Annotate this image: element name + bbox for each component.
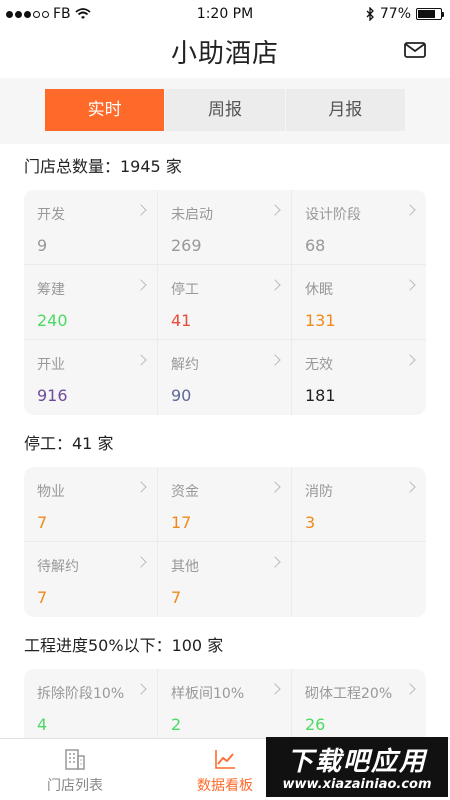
tab-realtime[interactable]: 实时: [45, 89, 165, 131]
empty-cell: [292, 542, 426, 617]
tab-weekly[interactable]: 周报: [164, 89, 285, 131]
stat-cell[interactable]: 未启动 269: [158, 190, 292, 265]
stat-value: 916: [37, 386, 68, 405]
nav-store-list[interactable]: 门店列表: [0, 739, 150, 800]
bluetooth-icon: [366, 7, 374, 21]
stat-cell[interactable]: 设计阶段 68: [292, 190, 426, 265]
stat-value: 7: [37, 513, 48, 532]
stat-cell[interactable]: 物业 7: [24, 467, 158, 542]
stat-value: 68: [305, 236, 326, 255]
building-icon: [65, 749, 85, 770]
page-title: 小助酒店: [170, 39, 279, 69]
tab-bar: 实时 周报 月报: [0, 78, 450, 144]
stat-value: 7: [37, 588, 48, 607]
stat-value: 269: [171, 236, 202, 255]
stat-value: 4: [37, 715, 48, 734]
section-title: 工程进度50%以下：100 家: [24, 636, 224, 655]
stat-grid: 开发 9 未启动 269 设计阶段 68 筹建 240 停工 41 休眠 131 开业 916 解约 90 无效…: [24, 190, 426, 415]
tab-monthly[interactable]: 月报: [284, 89, 405, 131]
stat-cell[interactable]: 资金 17: [158, 467, 292, 542]
stat-value: 17: [171, 513, 192, 532]
stat-grid: 物业 7 资金 17 消防 3 待解约 7 其他 7: [24, 467, 426, 617]
stat-cell[interactable]: 砌体工程20% 26: [292, 669, 426, 738]
nav-label-store-list: 门店列表: [47, 778, 103, 794]
stat-cell[interactable]: 待解约 7: [24, 542, 158, 617]
stat-cell[interactable]: 拆除阶段10% 4: [24, 669, 158, 738]
stat-value: 181: [305, 386, 336, 405]
stat-value: 90: [171, 386, 192, 405]
stat-cell[interactable]: 无效 181: [292, 340, 426, 415]
stat-cell[interactable]: 其他 7: [158, 542, 292, 617]
stat-value: 9: [37, 236, 48, 255]
stat-grid: 拆除阶段10% 4 样板间10% 2 砌体工程20% 26: [24, 669, 426, 738]
watermark-url: www.xiazainiao.com: [282, 777, 432, 792]
stat-value: 7: [171, 588, 182, 607]
stat-cell[interactable]: 解约 90: [158, 340, 292, 415]
stat-value: 26: [305, 715, 326, 734]
chart-icon: [215, 750, 235, 769]
stat-cell[interactable]: 休眠 131: [292, 265, 426, 340]
dashboard-content: 门店总数量：1945 家开发 9 未启动 269 设计阶段 68 筹建 240 停工 41 休眠 13…: [0, 144, 450, 738]
mail-icon[interactable]: [404, 42, 426, 58]
app-header: 小助酒店: [0, 30, 450, 78]
section-title: 门店总数量：1945 家: [24, 157, 182, 176]
watermark-logo: 下载吧应用 www.xiazainiao.com: [266, 737, 448, 797]
stat-cell[interactable]: 开发 9: [24, 190, 158, 265]
status-bar: FB 1:20 PM 77%: [0, 0, 450, 30]
battery-icon: [416, 8, 444, 20]
stat-value: 41: [171, 311, 192, 330]
stat-value: 3: [305, 513, 316, 532]
stat-cell[interactable]: 停工 41: [158, 265, 292, 340]
battery-percent: 77%: [379, 6, 411, 22]
stat-value: 240: [37, 311, 68, 330]
stat-cell[interactable]: 筹建 240: [24, 265, 158, 340]
watermark-main-text: 下载吧应用: [286, 747, 427, 777]
stat-cell[interactable]: 开业 916: [24, 340, 158, 415]
stat-value: 131: [305, 311, 336, 330]
section-title: 停工：41 家: [24, 434, 114, 453]
stat-cell[interactable]: 消防 3: [292, 467, 426, 542]
stat-cell[interactable]: 样板间10% 2: [158, 669, 292, 738]
stat-value: 2: [171, 715, 182, 734]
